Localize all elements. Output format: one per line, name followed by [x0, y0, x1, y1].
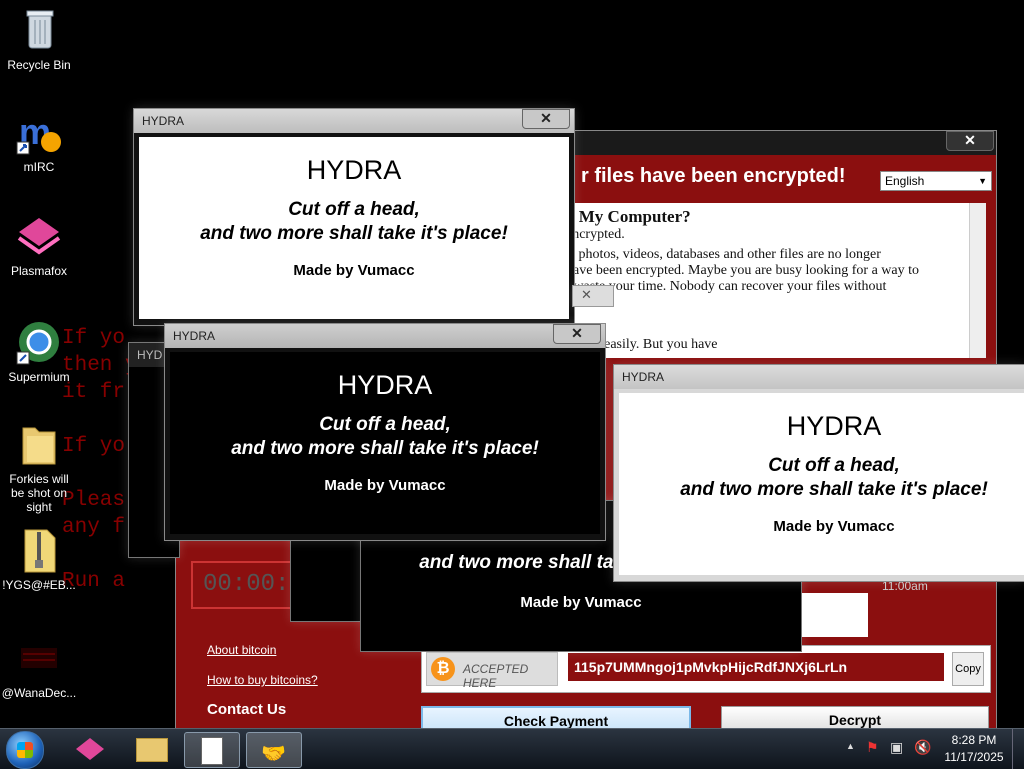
mirc-icon: m: [15, 108, 63, 156]
plasmafox-icon: [76, 738, 104, 760]
start-button[interactable]: [6, 731, 44, 769]
hydra-titlebar[interactable]: HYDRA ✕: [165, 324, 605, 348]
time-info: 11:00am: [882, 579, 928, 593]
handshake-icon: 🤝: [261, 743, 286, 765]
hydra-made-by: Made by Vumacc: [293, 262, 415, 279]
ransom-paragraph: have been encrypted. Maybe you are busy …: [566, 263, 919, 278]
contact-us-link[interactable]: Contact Us: [207, 701, 286, 718]
hydra-line-1: Cut off a head,: [768, 455, 900, 476]
desktop-icon-label: Plasmafox: [10, 264, 68, 278]
action-center-flag-icon[interactable]: ⚑: [866, 739, 879, 756]
hydra-window: HYDRA ✕ HYDRA Cut off a head, and two mo…: [133, 108, 575, 326]
window-title: HYDRA: [173, 329, 216, 343]
taskbar-handshake-button[interactable]: 🤝: [246, 732, 302, 768]
chevron-down-icon: ▼: [978, 176, 987, 186]
supermium-icon: [15, 318, 63, 366]
hydra-heading: HYDRA: [306, 155, 402, 185]
hydra-window: HYDRA HYDRA Cut off a head, and two more…: [613, 364, 1024, 582]
wanadecryptor-icon: [15, 634, 63, 682]
volume-muted-icon[interactable]: 🔇: [914, 739, 931, 756]
encrypted-header: r files have been encrypted!: [581, 165, 846, 187]
question-heading: ?: [566, 317, 986, 337]
desktop-icon-mirc[interactable]: m mIRC: [1, 108, 77, 174]
hydra-line-1: Cut off a head,: [319, 414, 451, 435]
clock-date[interactable]: 11/17/2025: [940, 750, 1008, 764]
desktop-icon-label: Forkies will be shot on sight: [9, 472, 69, 514]
document-icon: [201, 737, 223, 765]
ransom-text-area[interactable]: o My Computer? encrypted. s, photos, vid…: [566, 203, 986, 358]
window-title: HYDRA: [142, 114, 185, 128]
scrollbar[interactable]: [969, 203, 986, 358]
hydra-titlebar[interactable]: HYDRA ✕: [134, 109, 574, 133]
how-to-buy-bitcoins-link[interactable]: How to buy bitcoins?: [207, 673, 318, 687]
desktop-icon-label: !YGS@#EB...: [2, 578, 76, 592]
hydra-heading: HYDRA: [786, 411, 882, 441]
hydra-made-by: Made by Vumacc: [773, 518, 895, 535]
copy-button[interactable]: Copy: [952, 652, 984, 686]
desktop-icon-label: Recycle Bin: [7, 58, 71, 72]
desktop-icon-recycle-bin[interactable]: Recycle Bin: [1, 6, 77, 72]
taskbar-explorer-button[interactable]: [124, 732, 178, 766]
ransom-paragraph: encrypted.: [566, 227, 625, 242]
desktop-icon-label: Supermium: [8, 370, 70, 384]
show-desktop-button[interactable]: [1012, 729, 1024, 769]
hydra-line-2: and two more shall take it's place!: [680, 479, 988, 500]
ransom-paragraph: ...files easily. But you have: [566, 337, 718, 352]
clock-time[interactable]: 8:28 PM: [946, 733, 1002, 747]
white-panel: [796, 593, 868, 637]
hydra-made-by: Made by Vumacc: [520, 594, 642, 611]
desktop-icon-zip-file[interactable]: !YGS@#EB...: [1, 526, 77, 592]
hydra-line-2: and two more shall take it's place!: [231, 438, 539, 459]
hydra-titlebar[interactable]: HYDRA: [614, 365, 1024, 389]
plasmafox-icon: [15, 212, 63, 260]
hydra-window: HYDRA ✕ HYDRA Cut off a head, and two mo…: [164, 323, 606, 541]
recycle-bin-icon: [15, 6, 63, 54]
zip-folder-icon: [15, 526, 63, 574]
desktop-icon-plasmafox[interactable]: Plasmafox: [1, 212, 77, 278]
partial-window: ✕: [572, 285, 614, 307]
taskbar-document-button[interactable]: [184, 732, 240, 768]
bitcoin-address-field[interactable]: 115p7UMMngoj1pMvkpHijcRdfJNXj6LrLn: [567, 652, 945, 682]
desktop-icon-forkies-folder[interactable]: Forkies will be shot on sight: [1, 420, 77, 514]
close-icon[interactable]: ✕: [581, 287, 592, 303]
language-select[interactable]: English ▼: [880, 171, 992, 191]
desktop-icon-supermium[interactable]: Supermium: [1, 318, 77, 384]
hydra-content: HYDRA Cut off a head, and two more shall…: [139, 137, 569, 319]
question-heading: o My Computer?: [566, 207, 691, 226]
ransom-paragraph: s, photos, videos, databases and other f…: [566, 247, 881, 262]
hydra-content: HYDRA Cut off a head, and two more shall…: [170, 352, 600, 534]
desktop-icon-label: mIRC: [23, 160, 55, 174]
desktop-icon-label: @WanaDec...: [1, 686, 77, 700]
folder-icon: [15, 420, 63, 468]
close-button[interactable]: ✕: [946, 131, 994, 151]
desktop-icon-wanadecryptor[interactable]: @WanaDec...: [1, 634, 77, 700]
network-icon[interactable]: ▣: [890, 739, 903, 756]
hydra-heading: HYDRA: [337, 370, 433, 400]
folder-icon: [136, 738, 168, 762]
countdown-timer: 00:00:: [191, 561, 295, 609]
hydra-line-2: and two more shall take it's place!: [200, 223, 508, 244]
bitcoin-accepted-badge: ₿ ACCEPTED HERE: [426, 652, 558, 690]
ransom-paragraph: t waste your time. Nobody can recover yo…: [566, 279, 887, 294]
accepted-here-label: ACCEPTED HERE: [463, 662, 529, 690]
show-hidden-icons-icon[interactable]: ▲: [846, 741, 855, 751]
hydra-line-1: Cut off a head,: [288, 199, 420, 220]
windows-logo-icon: [17, 742, 33, 758]
bitcoin-payment-box: ₿ ACCEPTED HERE 115p7UMMngoj1pMvkpHijcRd…: [421, 645, 991, 693]
bitcoin-icon: ₿: [431, 657, 455, 681]
taskbar: 🤝 ▲ ⚑ ▣ 🔇 8:28 PM 11/17/2025: [0, 728, 1024, 769]
about-bitcoin-link[interactable]: About bitcoin: [207, 643, 276, 657]
close-button[interactable]: ✕: [553, 324, 601, 344]
close-button[interactable]: ✕: [522, 109, 570, 129]
window-title: HYDRA: [622, 370, 665, 384]
taskbar-plasmafox-button[interactable]: [64, 732, 118, 766]
hydra-content: HYDRA Cut off a head, and two more shall…: [619, 393, 1024, 575]
hydra-made-by: Made by Vumacc: [324, 477, 446, 494]
